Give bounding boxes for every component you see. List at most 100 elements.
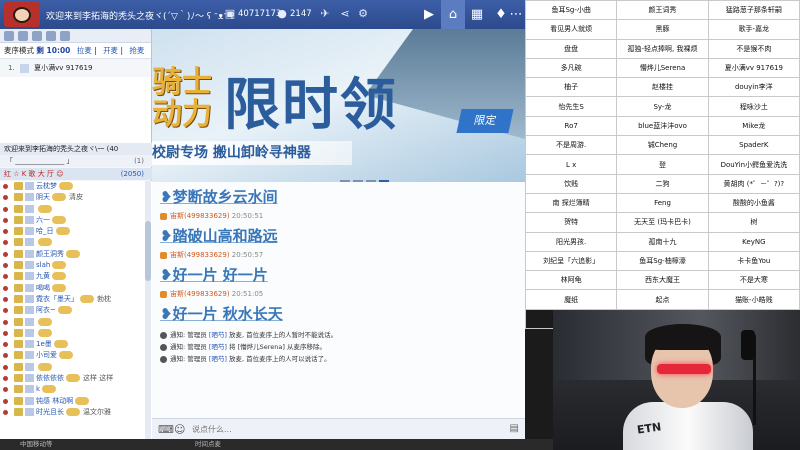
vip-badge-icon [66, 374, 80, 383]
bottom-status-bar: 中国移动等 时间点麦 [0, 439, 553, 450]
chat-message: ❥梦断故乡云水间 宙斯(499833629) 20:50:51 [160, 186, 525, 221]
user-name: 霓衣「墨天」 [36, 294, 78, 303]
status-dot-icon [3, 263, 8, 269]
message-text: ❥好一片 秋水长天 [160, 305, 283, 323]
name-cell: 鱼耳Sg-柚檸濠 [616, 250, 709, 272]
send-icon[interactable]: ▤ [510, 423, 519, 434]
user-row[interactable]: 依依依依 这样 这样 [0, 373, 152, 384]
message-user[interactable]: 宙斯(499833629) [170, 251, 230, 259]
gamepad-icon[interactable]: ⌨ [158, 423, 174, 436]
online-count: 2147 [290, 9, 312, 19]
notice-user[interactable]: [晒芍] [209, 331, 227, 339]
level-icon [25, 204, 34, 213]
queue-action-grab[interactable]: 抢麦 [129, 46, 144, 55]
room-avatar[interactable] [4, 2, 40, 27]
user-row[interactable]: 颜王洞秀 [0, 249, 152, 260]
level-icon [25, 294, 34, 303]
user-name: 颜王洞秀 [36, 249, 64, 258]
user-row[interactable]: 哈_日 [0, 226, 152, 237]
user-row[interactable]: 云枕梦 [0, 181, 152, 192]
tool-icon[interactable] [32, 31, 42, 41]
promo-banner[interactable]: 骑士 动力 限时领 校尉专场 搬山卸岭寻神器 限定 [152, 29, 525, 182]
channel-title-bar[interactable]: 欢迎来到李拓海的秃头之夜ヾ\一 (40 [0, 143, 152, 155]
vip-badge-icon [59, 351, 73, 360]
notice-icon [160, 343, 167, 351]
user-row[interactable]: k [0, 384, 152, 395]
queue-item[interactable]: 1. 夏小满vv 917619 [0, 59, 151, 77]
user-row[interactable]: 时光且长 温文尔雅 [0, 407, 152, 418]
user-name: 六一 [36, 215, 50, 224]
rank-icon [14, 340, 23, 349]
name-table-row: 鱼耳Sg-小曲 颜王词秀 猛路葱子那条轩嗣 [524, 0, 800, 21]
user-row[interactable] [0, 237, 152, 248]
vip-badge-icon [66, 249, 80, 258]
message-user[interactable]: 宙斯(499833629) [170, 212, 230, 220]
user-extra: 温文尔雅 [83, 407, 111, 416]
user-row[interactable]: 钝感 林动啊 [0, 396, 152, 407]
rank-icon [14, 385, 23, 394]
chat-message: ❥好一片 好一片 宙斯(499833629) 20:51:05 [160, 264, 525, 299]
name-cell: 不是大寒 [707, 270, 800, 291]
name-cell: 不是猴不肉 [707, 38, 800, 59]
emoji-icon[interactable]: ☺ [174, 423, 185, 436]
notice-user[interactable]: [晒芍] [209, 343, 227, 351]
chat-input[interactable] [192, 422, 497, 437]
sub-channel[interactable]: 「 ______________ 」 (1) [0, 155, 152, 167]
name-cell: 南 探烂簿睛 [524, 192, 618, 214]
level-icon [25, 351, 34, 360]
user-row[interactable]: 喝喝 [0, 283, 152, 294]
more-tab[interactable]: ⋯ [507, 0, 525, 29]
user-row[interactable]: 阴天 清皮 [0, 192, 152, 203]
user-row[interactable]: slah [0, 260, 152, 271]
user-list-scrollbar[interactable] [145, 181, 151, 439]
bottom-left-text: 中国移动等 [20, 440, 53, 448]
rank-icon [14, 306, 23, 315]
name-table-row: 林阿龟 西东大魔王 不是大寒 [524, 270, 800, 291]
vip-badge-icon [38, 317, 52, 326]
user-row[interactable]: 六一 [0, 215, 152, 226]
tool-icon[interactable] [46, 31, 56, 41]
user-row[interactable]: 1e墨 [0, 339, 152, 350]
list-tab[interactable]: ▦ [465, 0, 489, 29]
user-row[interactable]: 九黄 [0, 271, 152, 282]
live-tab[interactable]: ▶ [417, 0, 441, 29]
message-user[interactable]: 宙斯(499833629) [170, 290, 230, 298]
name-cell: 林阿龟 [524, 270, 618, 291]
tool-icon[interactable] [4, 31, 14, 41]
user-row[interactable] [0, 362, 152, 373]
level-icon [25, 193, 34, 202]
name-table-row: 多凡碗 懵烨儿Serena 夏小满vv 917619 [524, 57, 800, 79]
user-row[interactable] [0, 204, 152, 215]
tool-icon[interactable] [18, 31, 28, 41]
rank-icon [14, 238, 23, 247]
home-tab[interactable]: ⌂ [441, 0, 465, 29]
scroll-thumb[interactable] [145, 221, 151, 281]
plane-icon[interactable]: ✈ [318, 7, 332, 21]
name-table: 鱼耳Sg-小曲 颜王词秀 猛路葱子那条轩嗣 看见男人就烦 黑豚 歌手-嘉龙 盘盘 孤独-轻点捧… [524, 0, 800, 330]
name-cell: 歌手-嘉龙 [707, 19, 800, 40]
status-dot-icon [3, 376, 8, 382]
gear-icon[interactable]: ⚙ [356, 7, 370, 21]
user-row[interactable] [0, 317, 152, 328]
rank-icon [14, 261, 23, 270]
user-row[interactable]: 阿衣~ [0, 305, 152, 316]
user-row[interactable]: 小司爱 [0, 350, 152, 361]
share-icon[interactable]: ⋖ [338, 7, 352, 21]
user-row[interactable]: 霓衣「墨天」 勃枕 [0, 294, 152, 305]
queue-action-pull[interactable]: 拉麦 [77, 46, 92, 55]
queue-mode-label[interactable]: 麦序模式 [4, 46, 34, 55]
queue-action-open[interactable]: 开麦 [103, 46, 118, 55]
bottom-mid-text[interactable]: 时间点麦 [195, 439, 221, 450]
user-name: k [36, 385, 41, 394]
hall-filter-row[interactable]: 红 ☆ K 歌 大 厅 ☺ (2050) [0, 168, 152, 180]
gift-icon [160, 251, 167, 259]
status-dot-icon [3, 308, 8, 314]
notice-prefix: 通知: [170, 331, 186, 339]
room-title: 欢迎来到李拓海的秃头之夜ヾ(´▽｀)ﾉ～ ʕ ᵔᴥᵔ ʔ [46, 12, 235, 22]
rank-icon [14, 317, 23, 326]
notice-user[interactable]: [晒芍] [209, 355, 227, 363]
user-row[interactable] [0, 328, 152, 339]
tool-icon[interactable] [60, 31, 70, 41]
tool-icon-row [0, 29, 151, 43]
name-cell: 刘纪呈「六追影」 [524, 250, 618, 272]
